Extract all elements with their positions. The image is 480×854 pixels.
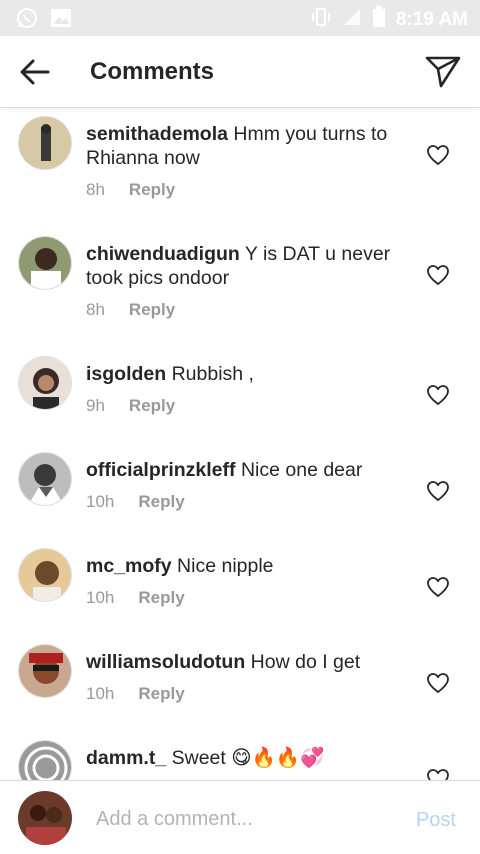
avatar[interactable]	[18, 116, 72, 170]
heart-icon[interactable]	[426, 576, 450, 598]
comment-text: chiwenduadigun Y is DAT u never took pic…	[86, 242, 416, 290]
direct-send-icon[interactable]	[424, 52, 462, 90]
reply-button[interactable]: Reply	[129, 300, 175, 320]
comment-time: 9h	[86, 396, 105, 415]
comment-time: 10h	[86, 684, 115, 703]
comment-text: semithademola Hmm you turns to Rhianna n…	[86, 122, 416, 170]
heart-icon[interactable]	[426, 264, 450, 286]
whatsapp-icon	[16, 7, 38, 34]
heart-icon[interactable]	[426, 384, 450, 406]
reply-button[interactable]: Reply	[129, 396, 175, 416]
comment-meta: 9h Reply	[86, 396, 175, 416]
heart-icon[interactable]	[426, 768, 450, 780]
comment-composer: Post	[0, 780, 480, 854]
reply-button[interactable]: Reply	[129, 180, 175, 200]
comment-username[interactable]: williamsoludotun	[86, 651, 245, 673]
comment-body: Nice one dear	[240, 459, 363, 481]
comment-body: How do I get	[250, 651, 361, 673]
reply-button[interactable]: Reply	[138, 492, 184, 512]
avatar[interactable]	[18, 236, 72, 290]
avatar[interactable]	[18, 644, 72, 698]
signal-icon	[342, 7, 362, 32]
comment-username[interactable]: isgolden	[86, 363, 166, 385]
back-arrow-icon[interactable]	[18, 56, 52, 88]
comments-list[interactable]: semithademola Hmm you turns to Rhianna n…	[0, 108, 480, 780]
status-time: 8:19 AM	[395, 8, 468, 30]
avatar[interactable]	[18, 548, 72, 602]
comment-time: 10h	[86, 588, 115, 607]
comment-time: 8h	[86, 180, 105, 199]
battery-icon	[372, 6, 386, 33]
app-bar: Comments	[0, 36, 480, 108]
comment-text: isgolden Rubbish ,	[86, 362, 416, 386]
vibrate-icon	[310, 7, 332, 32]
comment-time: 10h	[86, 492, 115, 511]
comment-body: Nice nipple	[177, 555, 274, 577]
heart-icon[interactable]	[426, 480, 450, 502]
comment-text: officialprinzkleff Nice one dear	[86, 458, 416, 482]
comment-username[interactable]: semithademola	[86, 123, 228, 145]
avatar[interactable]	[18, 356, 72, 410]
comment-meta: 8h Reply	[86, 300, 175, 320]
status-bar: 8:19 AM	[0, 0, 480, 36]
comment-time: 8h	[86, 300, 105, 319]
comment-meta: 10h Reply	[86, 492, 185, 512]
comment-body: Rubbish ,	[171, 363, 254, 385]
heart-icon[interactable]	[426, 672, 450, 694]
comment-input[interactable]	[96, 803, 396, 835]
avatar[interactable]	[18, 452, 72, 506]
image-icon	[50, 8, 72, 33]
post-button[interactable]: Post	[416, 809, 456, 832]
comment-text: mc_mofy Nice nipple	[86, 554, 416, 578]
comment-meta: 10h Reply	[86, 588, 185, 608]
reply-button[interactable]: Reply	[138, 588, 184, 608]
comment-text: damm.t_ Sweet 😋🔥🔥💞	[86, 746, 416, 770]
heart-icon[interactable]	[426, 144, 450, 166]
avatar[interactable]	[18, 740, 72, 780]
comment-username[interactable]: damm.t_	[86, 747, 166, 769]
reply-button[interactable]: Reply	[138, 684, 184, 704]
comment-meta: 10h Reply	[86, 684, 185, 704]
current-user-avatar	[18, 791, 72, 845]
comment-username[interactable]: officialprinzkleff	[86, 459, 236, 481]
comment-username[interactable]: mc_mofy	[86, 555, 172, 577]
comment-body: Sweet 😋🔥🔥💞	[171, 747, 325, 769]
comment-meta: 8h Reply	[86, 180, 175, 200]
comment-username[interactable]: chiwenduadigun	[86, 243, 240, 265]
page-title: Comments	[90, 58, 215, 85]
comment-text: williamsoludotun How do I get	[86, 650, 416, 674]
